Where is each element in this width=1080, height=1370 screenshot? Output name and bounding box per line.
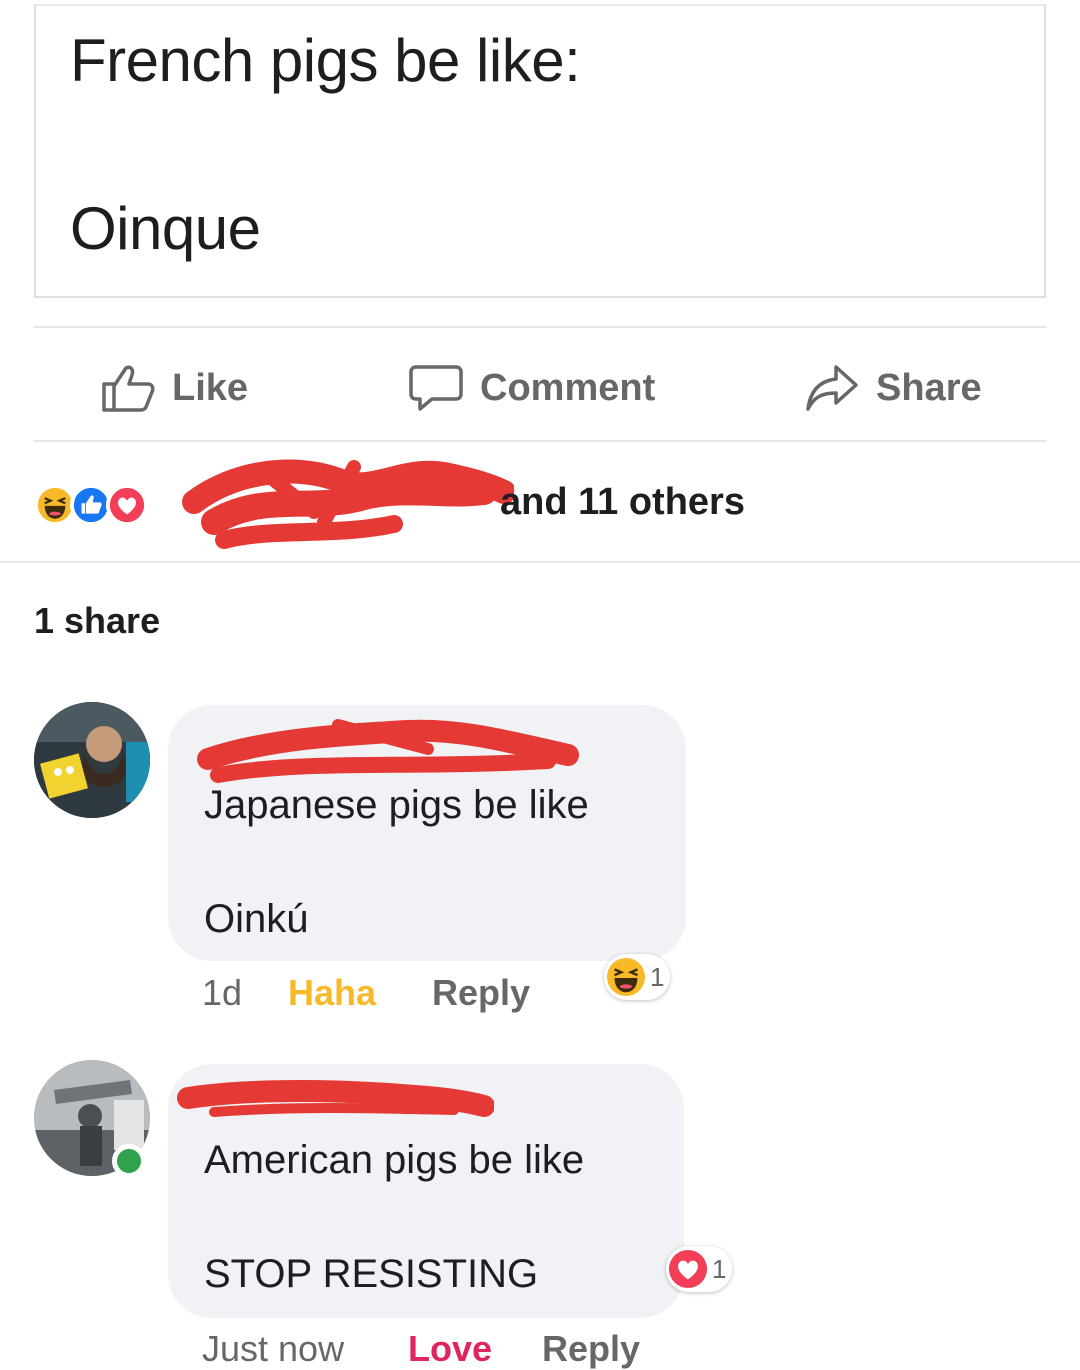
divider-actions: [34, 440, 1046, 442]
shares-count[interactable]: 1 share: [34, 600, 160, 642]
comment-label: Comment: [480, 366, 656, 409]
redaction-scribble: [182, 459, 514, 549]
comment-icon: [409, 365, 463, 411]
divider-reactions: [0, 561, 1080, 563]
share-label: Share: [876, 366, 982, 409]
haha-icon: [606, 957, 646, 997]
reactions-others-text[interactable]: and 11 others: [500, 481, 745, 524]
reaction-count: 1: [712, 1253, 727, 1284]
love-icon: [668, 1249, 708, 1289]
love-reaction-link[interactable]: Love: [408, 1328, 492, 1370]
share-arrow-icon: [806, 365, 858, 411]
reply-link[interactable]: Reply: [542, 1328, 640, 1370]
comment-text-line-1: Japanese pigs be like: [204, 783, 589, 827]
comment-bubble[interactable]: American pigs be like STOP RESISTING: [168, 1064, 684, 1318]
post-text-line-1: French pigs be like:: [70, 27, 581, 94]
comment-button[interactable]: Comment: [408, 360, 655, 416]
love-icon: [106, 484, 148, 526]
reaction-label: Haha: [288, 972, 377, 1013]
reaction-count: 1: [650, 961, 665, 992]
comment-reaction-badge[interactable]: 1: [666, 1246, 733, 1292]
thumbs-up-icon: [102, 365, 155, 412]
profile-photo: [34, 702, 150, 818]
like-button[interactable]: Like: [100, 360, 248, 416]
comment-text-line-1: American pigs be like: [204, 1138, 585, 1182]
online-status-dot: [112, 1144, 146, 1178]
comment-time[interactable]: 1d: [202, 972, 242, 1014]
comment-reaction-badge[interactable]: 1: [604, 954, 671, 1000]
reactions-summary[interactable]: and 11 others: [34, 459, 794, 549]
share-button[interactable]: Share: [804, 360, 982, 416]
post-text-box: French pigs be like: Oinque: [34, 4, 1046, 298]
redaction-scribble: [197, 719, 579, 783]
redaction-scribble: [177, 1080, 494, 1117]
comment-bubble[interactable]: Japanese pigs be like Oinkú: [168, 705, 686, 961]
avatar[interactable]: [34, 702, 150, 818]
comment-time[interactable]: Just now: [202, 1328, 344, 1370]
divider-top: [34, 326, 1046, 328]
reply-link[interactable]: Reply: [432, 972, 530, 1014]
comment-text-line-2: STOP RESISTING: [204, 1252, 539, 1296]
reaction-label: Love: [408, 1328, 493, 1369]
reply-label: Reply: [542, 1328, 641, 1369]
like-label: Like: [172, 366, 249, 409]
reply-label: Reply: [432, 972, 531, 1013]
post-text-line-2: Oinque: [70, 195, 261, 262]
comment-text-line-2: Oinkú: [204, 897, 309, 941]
haha-reaction-link[interactable]: Haha: [288, 972, 376, 1014]
